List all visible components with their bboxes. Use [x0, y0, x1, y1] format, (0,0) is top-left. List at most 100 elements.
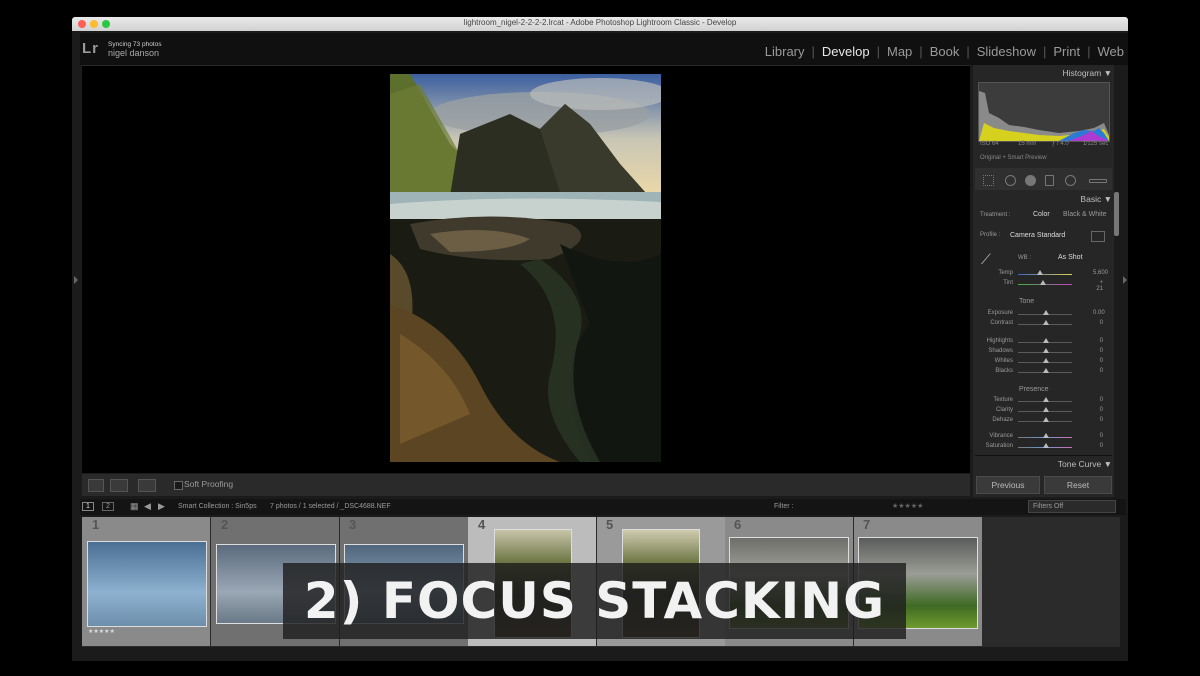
- rating-filter-stars[interactable]: ★★★★★: [892, 502, 923, 510]
- treatment-color-button[interactable]: Color: [1033, 211, 1050, 218]
- back-arrow-icon[interactable]: ◀: [144, 501, 151, 512]
- loupe-view-button[interactable]: [88, 479, 104, 492]
- temp-slider-thumb[interactable]: [1037, 270, 1043, 275]
- shutter-readout: 1⁄125 sec: [1083, 141, 1109, 147]
- focal-length-readout: 15 mm: [1018, 141, 1037, 147]
- lightroom-logo: Lr: [82, 40, 99, 57]
- tint-slider-thumb[interactable]: [1040, 280, 1046, 285]
- treatment-black-white-button[interactable]: Black & White: [1063, 211, 1107, 218]
- cell-number: 6: [734, 517, 742, 532]
- previous-button[interactable]: Previous: [976, 476, 1040, 494]
- cell-number: 5: [606, 517, 614, 532]
- module-map[interactable]: Map: [887, 44, 912, 59]
- shadows-slider-thumb[interactable]: [1043, 348, 1049, 353]
- shadows-value[interactable]: 0: [1093, 348, 1103, 354]
- profile-select[interactable]: Camera Standard: [1010, 232, 1065, 239]
- module-book[interactable]: Book: [930, 44, 960, 59]
- primary-window-button[interactable]: 1: [82, 502, 94, 511]
- red-eye-tool-icon[interactable]: [1025, 175, 1036, 186]
- blacks-label: Blacks: [995, 368, 1013, 374]
- secondary-window-button[interactable]: 2: [102, 502, 114, 511]
- basic-panel-header[interactable]: Basic ▼: [975, 194, 1112, 204]
- module-develop[interactable]: Develop: [822, 44, 870, 59]
- vibrance-value[interactable]: 0: [1093, 433, 1103, 439]
- graduated-filter-icon[interactable]: [1045, 175, 1054, 186]
- saturation-label: Saturation: [985, 443, 1013, 449]
- sync-status[interactable]: Syncing 73 photos: [108, 41, 161, 48]
- highlights-slider-thumb[interactable]: [1043, 338, 1049, 343]
- vibrance-label: Vibrance: [989, 433, 1013, 439]
- module-print[interactable]: Print: [1053, 44, 1080, 59]
- whites-value[interactable]: 0: [1093, 358, 1103, 364]
- exposure-slider-thumb[interactable]: [1043, 310, 1049, 315]
- window-title-bar: lightroom_nigel-2-2-2-2.lrcat - Adobe Ph…: [72, 17, 1128, 31]
- saturation-value[interactable]: 0: [1093, 443, 1103, 449]
- cell-number: 2: [221, 517, 229, 532]
- treatment-label: Treatment :: [980, 212, 1011, 218]
- whites-slider-thumb[interactable]: [1043, 358, 1049, 363]
- module-slideshow[interactable]: Slideshow: [977, 44, 1036, 59]
- spot-removal-tool-icon[interactable]: [1005, 175, 1016, 186]
- star-rating[interactable]: ★★★★★: [88, 628, 115, 635]
- tint-value[interactable]: + 21: [1093, 280, 1103, 292]
- adjustment-brush-icon[interactable]: [1089, 179, 1107, 183]
- clarity-slider-thumb[interactable]: [1043, 407, 1049, 412]
- clarity-value[interactable]: 0: [1093, 407, 1103, 413]
- soft-proofing-checkbox[interactable]: [174, 481, 183, 490]
- before-after-swap-button[interactable]: [138, 479, 156, 492]
- left-panel-toggle-icon[interactable]: [74, 276, 78, 284]
- module-separator: |: [1087, 44, 1091, 59]
- cell-number: 7: [863, 517, 871, 532]
- texture-value[interactable]: 0: [1093, 397, 1103, 403]
- contrast-value[interactable]: 0: [1093, 320, 1103, 326]
- tone-curve-panel-header[interactable]: Tone Curve ▼: [975, 459, 1112, 469]
- blacks-value[interactable]: 0: [1093, 368, 1103, 374]
- contrast-slider-thumb[interactable]: [1043, 320, 1049, 325]
- module-separator: |: [876, 44, 880, 59]
- dehaze-slider-thumb[interactable]: [1043, 417, 1049, 422]
- module-web[interactable]: Web: [1098, 44, 1125, 59]
- filter-preset-select[interactable]: Filters Off: [1028, 500, 1116, 513]
- wb-select[interactable]: As Shot: [1058, 254, 1083, 261]
- whites-label: Whites: [994, 358, 1013, 364]
- profile-label: Profile :: [980, 232, 1001, 238]
- texture-label: Texture: [993, 397, 1013, 403]
- profile-browser-icon[interactable]: [1091, 231, 1105, 242]
- texture-slider-thumb[interactable]: [1043, 397, 1049, 402]
- main-photo[interactable]: [390, 74, 661, 462]
- reset-button[interactable]: Reset: [1044, 476, 1112, 494]
- panel-scrollbar[interactable]: [1114, 192, 1119, 236]
- radial-filter-icon[interactable]: [1065, 175, 1076, 186]
- dehaze-label: Dehaze: [992, 417, 1013, 423]
- cell-number: 1: [92, 517, 100, 532]
- crop-tool-icon[interactable]: [983, 175, 994, 186]
- histogram-panel-header[interactable]: Histogram ▼: [975, 68, 1112, 78]
- filter-label: Filter :: [774, 503, 794, 510]
- module-separator: |: [811, 44, 815, 59]
- temp-value[interactable]: 5,600: [1093, 270, 1108, 276]
- histogram[interactable]: [978, 82, 1110, 142]
- contrast-label: Contrast: [990, 320, 1013, 326]
- window-title: lightroom_nigel-2-2-2-2.lrcat - Adobe Ph…: [463, 18, 737, 27]
- temp-slider[interactable]: [1018, 274, 1072, 275]
- panel-divider: [975, 455, 1112, 456]
- saturation-slider-thumb[interactable]: [1043, 443, 1049, 448]
- vibrance-slider-thumb[interactable]: [1043, 433, 1049, 438]
- selection-info[interactable]: 7 photos / 1 selected / _DSC4688.NEF: [270, 503, 391, 510]
- thumbnail-image[interactable]: [87, 541, 207, 627]
- before-after-view-button[interactable]: [110, 479, 128, 492]
- highlights-value[interactable]: 0: [1093, 338, 1103, 344]
- grid-view-icon[interactable]: ▦: [130, 501, 139, 512]
- tone-section-title: Tone: [1019, 298, 1035, 305]
- exposure-value[interactable]: 0.00: [1093, 310, 1105, 316]
- module-library[interactable]: Library: [765, 44, 805, 59]
- highlights-label: Highlights: [986, 338, 1013, 344]
- right-panel-toggle-icon[interactable]: [1123, 276, 1127, 284]
- tone-curve-title: Tone Curve: [1057, 459, 1102, 469]
- cell-number: 3: [349, 517, 357, 532]
- dehaze-value[interactable]: 0: [1093, 417, 1103, 423]
- blacks-slider-thumb[interactable]: [1043, 368, 1049, 373]
- white-balance-picker-icon[interactable]: ⟋: [981, 251, 991, 268]
- source-collection[interactable]: Smart Collection : Sin5ps: [178, 503, 257, 510]
- forward-arrow-icon[interactable]: ▶: [158, 501, 165, 512]
